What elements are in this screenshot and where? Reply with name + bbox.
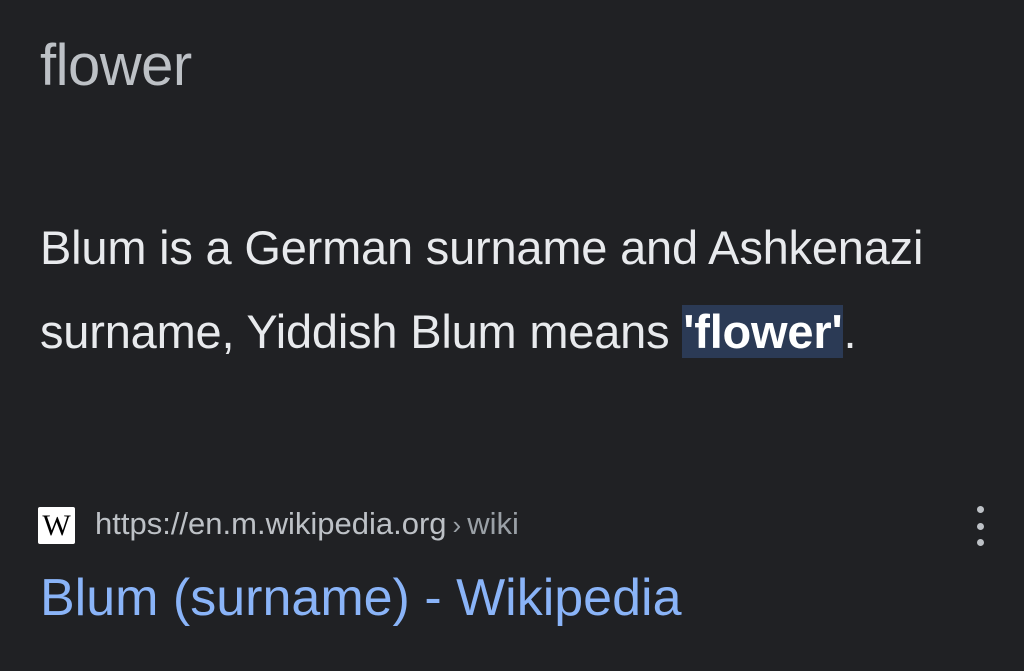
featured-snippet-text: Blum is a German surname and Ashkenazi s… [40,206,1000,374]
more-dot [976,506,984,513]
url-separator: › [452,510,462,540]
snippet-highlight: 'flower' [682,305,844,358]
more-dot [976,522,984,530]
more-vert-icon[interactable] [972,506,988,546]
result-source-row: W https://en.m.wikipedia.org › wiki [38,500,988,548]
result-title-link[interactable]: Blum (surname) - Wikipedia [40,560,682,636]
more-dot [976,539,984,546]
url-path: wiki [467,506,519,541]
wikipedia-icon: W [38,507,75,544]
result-url[interactable]: https://en.m.wikipedia.org › wiki [95,504,519,545]
url-domain: https://en.m.wikipedia.org [95,506,447,541]
snippet-text-after: . [843,305,857,358]
search-query-heading: flower [40,33,192,98]
